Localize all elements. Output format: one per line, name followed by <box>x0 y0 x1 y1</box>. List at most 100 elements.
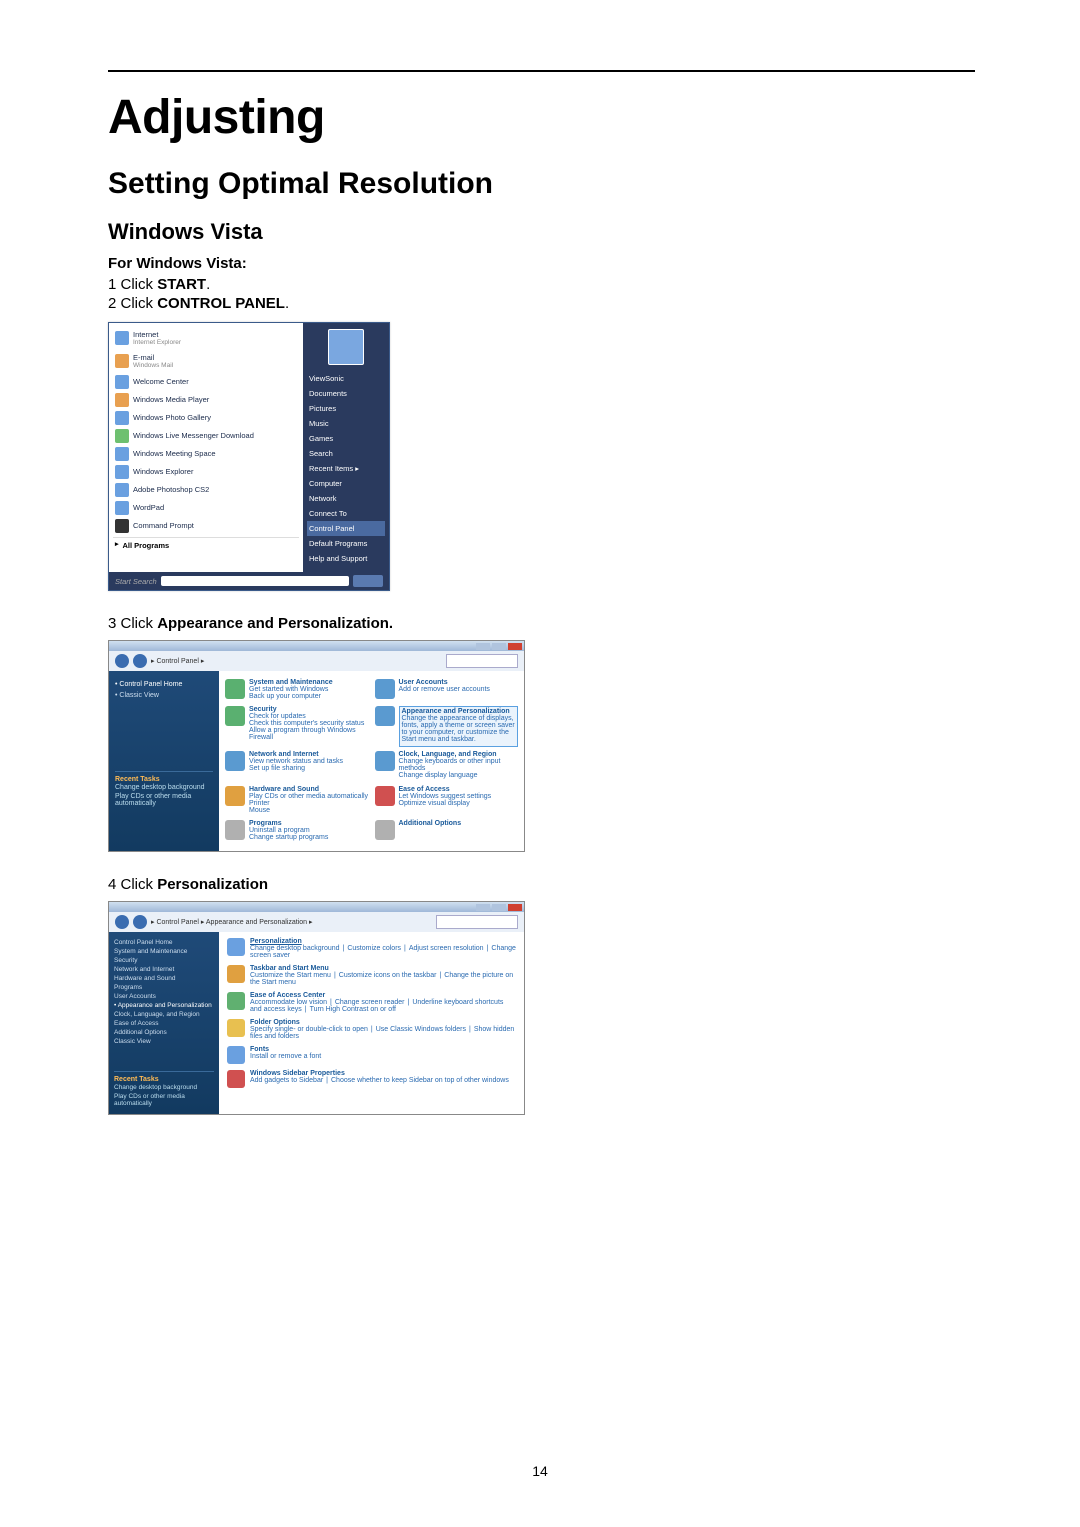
cp-side-item[interactable]: • Control Panel Home <box>115 679 213 690</box>
category-heading[interactable]: Taskbar and Start Menu <box>250 965 516 972</box>
step-3: 3 Click Appearance and Personalization. <box>108 615 975 632</box>
search-input[interactable] <box>446 654 518 668</box>
start-item[interactable]: Windows Media Player <box>113 391 299 409</box>
breadcrumb[interactable]: ▸ Control Panel ▸ Appearance and Persona… <box>151 918 432 926</box>
start-right-item[interactable]: Games <box>307 431 385 446</box>
category-link[interactable]: Use Classic Windows folders <box>376 1026 466 1033</box>
maximize-button[interactable] <box>492 643 506 650</box>
step-2: 2 Click CONTROL PANEL. <box>108 295 975 312</box>
start-right-item[interactable]: Pictures <box>307 401 385 416</box>
start-right-item[interactable]: Recent Items ▸ <box>307 461 385 476</box>
start-item[interactable]: Welcome Center <box>113 373 299 391</box>
cp-category[interactable]: Appearance and PersonalizationChange the… <box>375 706 519 747</box>
category-link[interactable]: Add gadgets to Sidebar <box>250 1077 323 1084</box>
close-button[interactable] <box>508 643 522 650</box>
maximize-button[interactable] <box>492 904 506 911</box>
category-heading[interactable]: Windows Sidebar Properties <box>250 1070 509 1077</box>
app-icon <box>115 331 129 345</box>
ap-side-item[interactable]: Clock, Language, and Region <box>114 1010 214 1019</box>
category-text: Windows Sidebar PropertiesAdd gadgets to… <box>250 1070 509 1088</box>
forward-button[interactable] <box>133 654 147 668</box>
step-4: 4 Click Personalization <box>108 876 975 893</box>
minimize-button[interactable] <box>476 643 490 650</box>
category-heading[interactable]: Personalization <box>250 938 516 945</box>
start-right-item[interactable]: Default Programs <box>307 536 385 551</box>
app-icon <box>115 465 129 479</box>
cp-category[interactable]: Clock, Language, and RegionChange keyboa… <box>375 751 519 781</box>
start-item[interactable]: Windows Explorer <box>113 463 299 481</box>
recent-task[interactable]: Change desktop background <box>115 783 213 792</box>
breadcrumb[interactable]: ▸ Control Panel ▸ <box>151 657 442 665</box>
back-button[interactable] <box>115 915 129 929</box>
category-heading[interactable]: Fonts <box>250 1046 321 1053</box>
category-link[interactable]: Change desktop background <box>250 945 340 952</box>
ap-side-item[interactable]: Additional Options <box>114 1028 214 1037</box>
page-number: 14 <box>0 1463 1080 1479</box>
category-link[interactable]: Turn High Contrast on or off <box>310 1006 396 1013</box>
close-button[interactable] <box>508 904 522 911</box>
start-right-item[interactable]: Computer <box>307 476 385 491</box>
category-link[interactable]: Customize the Start menu <box>250 972 331 979</box>
start-right-item[interactable]: Search <box>307 446 385 461</box>
step-4-pre: 4 Click <box>108 876 157 893</box>
category-link[interactable]: Adjust screen resolution <box>409 945 484 952</box>
start-item[interactable]: WordPad <box>113 499 299 517</box>
ap-side-item[interactable]: System and Maintenance <box>114 947 214 956</box>
cp-category[interactable]: SecurityCheck for updatesCheck this comp… <box>225 706 369 747</box>
ap-side-item[interactable]: Security <box>114 956 214 965</box>
forward-button[interactable] <box>133 915 147 929</box>
start-item[interactable]: Command Prompt <box>113 517 299 535</box>
start-item[interactable]: Windows Live Messenger Download <box>113 427 299 445</box>
cp-category[interactable]: Hardware and SoundPlay CDs or other medi… <box>225 786 369 816</box>
start-left-column: InternetInternet ExplorerE-mailWindows M… <box>109 323 303 572</box>
start-item[interactable]: E-mailWindows Mail <box>113 350 299 373</box>
start-item[interactable]: Windows Meeting Space <box>113 445 299 463</box>
start-right-item[interactable]: Help and Support <box>307 551 385 566</box>
minimize-button[interactable] <box>476 904 490 911</box>
recent-task[interactable]: Play CDs or other media automatically <box>114 1092 214 1108</box>
category-link[interactable]: Customize icons on the taskbar <box>339 972 437 979</box>
ap-side-item[interactable]: Network and Internet <box>114 965 214 974</box>
step-1: 1 Click START. <box>108 276 975 293</box>
category-link[interactable]: Specify single- or double-click to open <box>250 1026 368 1033</box>
ap-side-item[interactable]: User Accounts <box>114 992 214 1001</box>
start-right-item[interactable]: Connect To <box>307 506 385 521</box>
ap-side-item[interactable]: Programs <box>114 983 214 992</box>
ap-side-item[interactable]: Ease of Access <box>114 1019 214 1028</box>
category-link[interactable]: Install or remove a font <box>250 1053 321 1060</box>
category-link[interactable]: Customize colors <box>347 945 401 952</box>
section-title: Setting Optimal Resolution <box>108 167 975 201</box>
cp-category[interactable]: System and MaintenanceGet started with W… <box>225 679 369 702</box>
recent-task[interactable]: Play CDs or other media automatically <box>115 792 213 808</box>
ap-side-item[interactable]: Classic View <box>114 1037 214 1046</box>
cp-category[interactable]: ProgramsUninstall a programChange startu… <box>225 820 369 843</box>
cp-side-item[interactable]: • Classic View <box>115 690 213 701</box>
start-right-item[interactable]: ViewSonic <box>307 371 385 386</box>
power-button[interactable] <box>353 575 383 587</box>
start-right-item[interactable]: Music <box>307 416 385 431</box>
start-right-item[interactable]: Documents <box>307 386 385 401</box>
start-right-item[interactable]: Control Panel <box>307 521 385 536</box>
recent-task[interactable]: Change desktop background <box>114 1083 214 1092</box>
all-programs[interactable]: ▸ All Programs <box>113 537 299 552</box>
cp-category[interactable]: Additional Options <box>375 820 519 843</box>
ap-side-item[interactable]: Hardware and Sound <box>114 974 214 983</box>
back-button[interactable] <box>115 654 129 668</box>
start-right-item[interactable]: Network <box>307 491 385 506</box>
cp-category[interactable]: Ease of AccessLet Windows suggest settin… <box>375 786 519 816</box>
cp-category[interactable]: Network and InternetView network status … <box>225 751 369 781</box>
category-link[interactable]: Choose whether to keep Sidebar on top of… <box>331 1077 509 1084</box>
start-item[interactable]: Adobe Photoshop CS2 <box>113 481 299 499</box>
start-item[interactable]: InternetInternet Explorer <box>113 327 299 350</box>
search-input[interactable] <box>436 915 518 929</box>
cp-category[interactable]: User AccountsAdd or remove user accounts <box>375 679 519 702</box>
category-heading[interactable]: Ease of Access Center <box>250 992 516 999</box>
category-heading[interactable]: Folder Options <box>250 1019 516 1026</box>
ap-side-item[interactable]: Control Panel Home <box>114 938 214 947</box>
category-link[interactable]: Accommodate low vision <box>250 999 327 1006</box>
start-search-input[interactable] <box>161 576 349 586</box>
start-item[interactable]: Windows Photo Gallery <box>113 409 299 427</box>
category-link[interactable]: Change screen reader <box>335 999 405 1006</box>
ap-side-item[interactable]: • Appearance and Personalization <box>114 1001 214 1010</box>
category-text: Ease of AccessLet Windows suggest settin… <box>399 786 492 816</box>
